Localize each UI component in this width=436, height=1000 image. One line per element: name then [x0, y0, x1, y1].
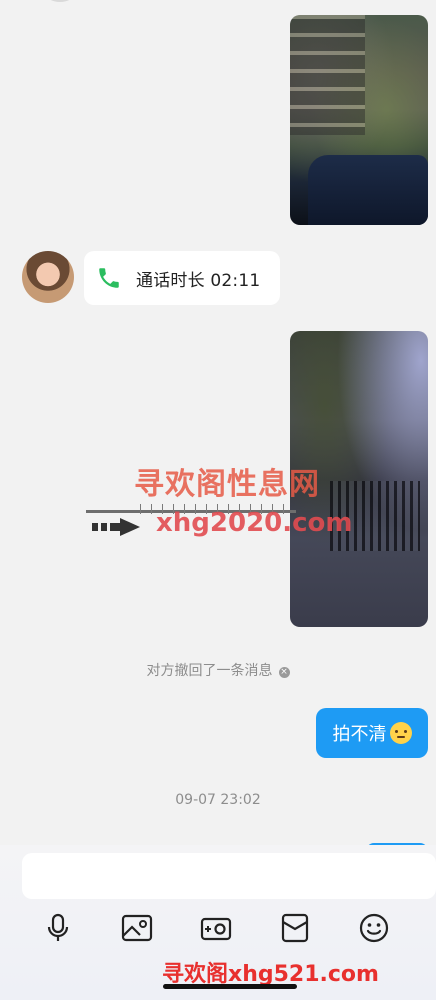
- photo-car-shape: [308, 155, 428, 225]
- red-packet-icon[interactable]: [277, 910, 313, 946]
- photo-building-shape: [290, 15, 365, 135]
- home-indicator[interactable]: [163, 984, 297, 989]
- message-input[interactable]: [22, 853, 436, 899]
- recall-notice: 对方撤回了一条消息 ×: [0, 660, 436, 680]
- outgoing-message-bubble[interactable]: 拍不清: [316, 708, 428, 758]
- contact-avatar[interactable]: [22, 251, 74, 303]
- mic-icon[interactable]: [40, 910, 76, 946]
- recall-notice-text: 对方撤回了一条消息: [146, 663, 273, 679]
- image-icon[interactable]: [119, 910, 155, 946]
- pleading-face-emoji-icon: [389, 722, 412, 744]
- emoji-icon[interactable]: [356, 910, 392, 946]
- camera-icon[interactable]: [198, 910, 234, 946]
- watermark-title: 寻欢阁性息网: [134, 467, 320, 502]
- outgoing-message-text: 拍不清: [332, 724, 387, 745]
- previous-avatar-partial: [46, 0, 74, 2]
- watermark-arrow-icon: [92, 518, 140, 536]
- message-timestamp: 09-07 23:02: [175, 792, 261, 808]
- watermark-domain: xhg2020.com: [156, 508, 353, 538]
- close-circle-icon[interactable]: ×: [278, 667, 290, 678]
- phone-icon: [99, 268, 119, 288]
- call-record-bubble[interactable]: 通话时长 02:11: [84, 251, 280, 305]
- call-duration-text: 通话时长 02:11: [136, 270, 261, 291]
- sent-photo-building[interactable]: [290, 15, 428, 225]
